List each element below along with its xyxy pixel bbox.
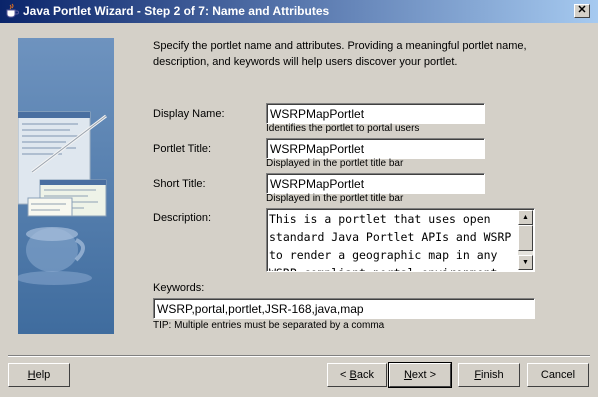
help-label: elp <box>35 369 51 381</box>
wizard-side-panel <box>18 38 114 334</box>
back-button[interactable]: < Back <box>327 363 387 387</box>
portlet-title-hint: Displayed in the portlet title bar <box>266 158 404 169</box>
short-title-input[interactable]: WSRPMapPortlet <box>266 173 485 194</box>
arrow-down-icon: ▼ <box>522 259 529 266</box>
help-button[interactable]: Help <box>8 363 70 387</box>
keywords-input[interactable]: WSRP,portal,portlet,JSR-168,java,map <box>153 298 535 319</box>
help-mnemonic: H <box>27 369 36 381</box>
short-title-label: Short Title: <box>153 178 206 190</box>
next-label: ext > <box>411 369 437 381</box>
finish-label: inish <box>481 369 504 381</box>
description-scrollbar[interactable]: ▲ ▼ <box>518 210 533 270</box>
button-separator <box>8 355 590 357</box>
intro-text: Specify the portlet name and attributes.… <box>153 40 527 68</box>
portlet-title-input[interactable]: WSRPMapPortlet <box>266 138 485 159</box>
short-title-hint: Displayed in the portlet title bar <box>266 193 404 204</box>
close-icon: ✕ <box>577 4 587 16</box>
scroll-thumb[interactable] <box>518 225 533 251</box>
scroll-down-button[interactable]: ▼ <box>518 255 533 270</box>
description-label: Description: <box>153 212 212 224</box>
close-button[interactable]: ✕ <box>574 4 590 18</box>
back-label: ack <box>356 369 374 381</box>
keywords-label: Keywords: <box>153 282 205 294</box>
wizard-illustration <box>18 38 114 334</box>
finish-button[interactable]: Finish <box>458 363 520 387</box>
display-name-hint: Identifies the portlet to portal users <box>266 123 420 134</box>
next-mnemonic: N <box>403 369 412 381</box>
window-title: Java Portlet Wizard - Step 2 of 7: Name … <box>23 4 330 18</box>
title-bar: Java Portlet Wizard - Step 2 of 7: Name … <box>0 0 598 23</box>
cancel-button[interactable]: Cancel <box>527 363 589 387</box>
display-name-input[interactable]: WSRPMapPortlet <box>266 103 485 124</box>
keywords-tip: TIP: Multiple entries must be separated … <box>153 320 385 331</box>
scroll-up-button[interactable]: ▲ <box>518 210 533 225</box>
back-mnemonic: B <box>349 369 357 381</box>
portlet-title-label: Portlet Title: <box>153 143 212 155</box>
description-text: This is a portlet that uses open standar… <box>269 212 512 271</box>
next-button[interactable]: Next > <box>388 362 452 388</box>
java-cup-icon <box>6 3 19 18</box>
arrow-up-icon: ▲ <box>522 214 529 221</box>
display-name-label: Display Name: <box>153 108 225 120</box>
description-textarea[interactable]: This is a portlet that uses open standar… <box>266 208 535 272</box>
back-prefix: < <box>340 369 350 381</box>
